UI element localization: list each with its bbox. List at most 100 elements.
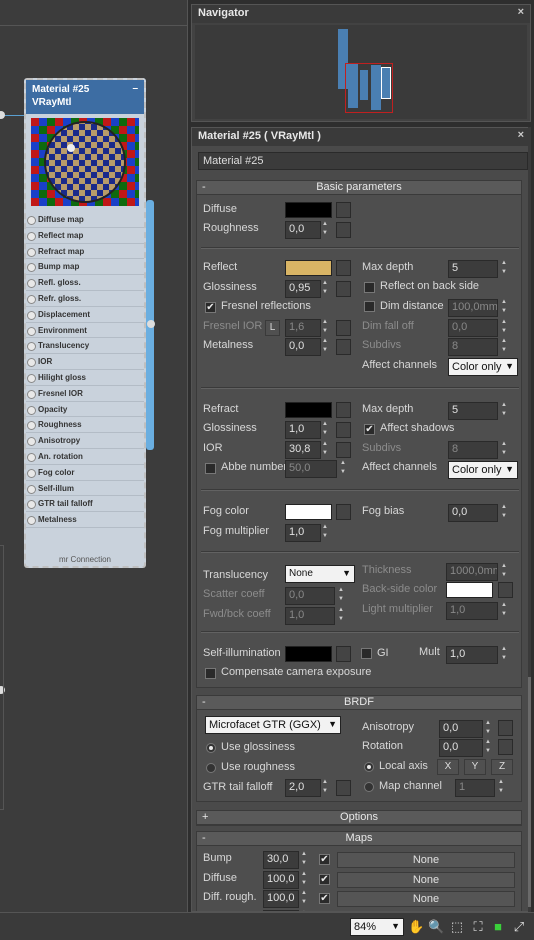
metalness-map-button[interactable] [336, 339, 351, 355]
reflect-back-checkbox[interactable] [364, 282, 375, 293]
spinner-arrows-icon[interactable] [321, 338, 332, 356]
thickness-spinner[interactable]: 1000,0mm [446, 563, 498, 581]
options-header[interactable]: + Options [197, 811, 521, 825]
diffuse-map-button[interactable] [336, 202, 351, 218]
refract-glossiness-map-button[interactable] [336, 422, 351, 438]
rotation-spinner[interactable]: 0,0 [439, 739, 483, 757]
refract-map-button[interactable] [336, 402, 351, 418]
gtr-tail-falloff-spinner[interactable]: 2,0 [285, 779, 321, 797]
spinner-arrows-icon[interactable] [500, 299, 511, 317]
node-slot[interactable]: Translucency [26, 338, 144, 355]
axis-z-button[interactable]: Z [491, 759, 513, 775]
fresnel-ior-spinner[interactable]: 1,6 [285, 319, 321, 337]
node-slot[interactable]: Self-illum [26, 481, 144, 497]
spinner-arrows-icon[interactable] [337, 607, 348, 625]
node-slot[interactable]: Hilight gloss [26, 370, 144, 386]
node-slot[interactable]: Diffuse map [26, 212, 144, 228]
fwd-bck-coeff-spinner[interactable]: 1,0 [285, 607, 335, 625]
map-enable-checkbox[interactable]: ✔ [319, 893, 330, 904]
node-slot[interactable]: IOR [26, 354, 144, 370]
node-slot[interactable]: Refl. gloss. [26, 275, 144, 291]
node-slot[interactable]: Opacity [26, 402, 144, 418]
anisotropy-spinner[interactable]: 0,0 [439, 720, 483, 738]
map-amount-spinner[interactable]: 30,0 [263, 851, 299, 869]
subdivs-spinner[interactable]: 8 [448, 338, 498, 356]
material-title-bar[interactable]: Material #25 ( VRayMtl ) × [192, 128, 530, 146]
spinner-arrows-icon[interactable] [497, 779, 508, 797]
collapse-icon[interactable]: - [202, 181, 206, 194]
node-slot[interactable]: Refr. gloss. [26, 291, 144, 307]
mult-spinner[interactable]: 1,0 [446, 646, 498, 664]
navigator-title-bar[interactable]: Navigator × [192, 5, 530, 23]
glossiness-map-button[interactable] [336, 281, 351, 297]
reflect-color-swatch[interactable] [285, 260, 332, 276]
map-amount-spinner[interactable]: 100,0 [263, 870, 299, 889]
node-slot[interactable]: GTR tail falloff [26, 496, 144, 513]
use-glossiness-radio[interactable] [206, 743, 216, 753]
gtr-map-button[interactable] [336, 780, 351, 796]
zoom-extents-selected-icon[interactable]: ■ [490, 919, 506, 935]
ior-spinner[interactable]: 30,8 [285, 441, 321, 459]
spinner-arrows-icon[interactable] [300, 851, 311, 869]
spinner-arrows-icon[interactable] [321, 524, 332, 542]
spinner-arrows-icon[interactable] [484, 720, 495, 738]
self-illumination-color-swatch[interactable] [285, 646, 332, 662]
fresnel-checkbox[interactable]: ✔ [205, 302, 216, 313]
zoom-icon[interactable]: 🔍 [428, 919, 444, 935]
local-axis-radio[interactable] [364, 762, 374, 772]
gi-checkbox[interactable] [361, 648, 372, 659]
panel-scrollbar[interactable] [528, 127, 531, 912]
socket-dot[interactable] [0, 111, 5, 119]
use-roughness-radio[interactable] [206, 763, 216, 773]
map-slot-button[interactable]: None [337, 871, 515, 888]
diffuse-color-swatch[interactable] [285, 202, 332, 218]
node-slot[interactable]: Anisotropy [26, 433, 144, 449]
spinner-arrows-icon[interactable] [500, 319, 511, 337]
spinner-arrows-icon[interactable] [321, 280, 332, 298]
spinner-arrows-icon[interactable] [500, 441, 511, 459]
spinner-arrows-icon[interactable] [500, 504, 511, 522]
anisotropy-map-button[interactable] [498, 720, 513, 736]
fog-bias-spinner[interactable]: 0,0 [448, 504, 498, 522]
spinner-arrows-icon[interactable] [321, 779, 332, 797]
spinner-arrows-icon[interactable] [321, 421, 332, 439]
max-depth-spinner[interactable]: 5 [448, 260, 498, 278]
spinner-arrows-icon[interactable] [500, 602, 511, 620]
backside-color-swatch[interactable] [446, 582, 493, 598]
map-slot-button[interactable]: None [337, 852, 515, 868]
node-slot[interactable]: Fog color [26, 465, 144, 481]
spinner-arrows-icon[interactable] [321, 441, 332, 459]
navigator-viewport[interactable] [195, 25, 527, 119]
spinner-arrows-icon[interactable] [321, 221, 332, 239]
brdf-type-dropdown[interactable]: Microfacet GTR (GGX) ▼ [205, 716, 341, 734]
spinner-arrows-icon[interactable] [300, 890, 311, 908]
refract-glossiness-spinner[interactable]: 1,0 [285, 421, 321, 439]
refract-color-swatch[interactable] [285, 402, 332, 418]
node-slot[interactable]: Metalness [26, 512, 144, 528]
node-editor-canvas[interactable]: Material #25 VRayMtl – Diffuse map Refle… [0, 0, 188, 912]
spinner-arrows-icon[interactable] [500, 563, 511, 581]
reflect-map-button[interactable] [336, 260, 351, 276]
scrollbar-thumb[interactable] [528, 677, 531, 907]
metalness-spinner[interactable]: 0,0 [285, 338, 321, 356]
material-name-field[interactable]: Material #25 [198, 152, 528, 170]
spinner-arrows-icon[interactable] [484, 739, 495, 757]
fog-color-map-button[interactable] [336, 504, 351, 520]
self-illumination-map-button[interactable] [336, 646, 351, 662]
node-slot[interactable]: An. rotation [26, 449, 144, 465]
abbe-checkbox[interactable] [205, 463, 216, 474]
maps-header[interactable]: - Maps [197, 832, 521, 846]
close-icon[interactable]: × [518, 6, 524, 18]
compensate-exposure-checkbox[interactable] [205, 668, 216, 679]
translucency-dropdown[interactable]: None ▼ [285, 565, 355, 583]
ior-map-button[interactable] [336, 442, 351, 458]
expand-icon[interactable]: + [202, 811, 208, 824]
output-socket[interactable] [147, 320, 155, 328]
map-amount-spinner[interactable]: 100,0 [263, 890, 299, 908]
spinner-arrows-icon[interactable] [321, 319, 332, 337]
zoom-extents-icon[interactable]: ⛶ [470, 919, 486, 935]
node-slot[interactable]: Bump map [26, 259, 144, 276]
material-node[interactable]: Material #25 VRayMtl – Diffuse map Refle… [24, 78, 146, 568]
zoom-region-icon[interactable]: ⬚ [449, 919, 465, 935]
axis-x-button[interactable]: X [437, 759, 459, 775]
